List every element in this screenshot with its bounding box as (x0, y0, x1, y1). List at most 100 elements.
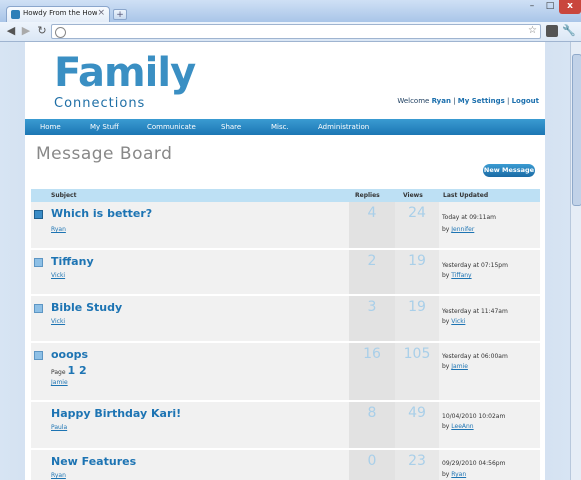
nav-share[interactable]: Share (221, 123, 241, 131)
my-settings-link[interactable]: My Settings (458, 97, 505, 105)
views-count: 49 (408, 405, 426, 421)
last-updated-by: by Ryan (442, 471, 466, 478)
views-count: 24 (408, 205, 426, 221)
replies-cell: 4 (349, 202, 395, 248)
by-label: by (442, 318, 450, 325)
bookmark-star-icon[interactable]: ☆ (528, 25, 537, 36)
minimize-button[interactable]: – (523, 0, 541, 14)
last-poster-link[interactable]: LeeAnn (451, 423, 473, 430)
page-title: Message Board (36, 144, 173, 164)
site-favicon-icon (11, 10, 20, 19)
last-updated-by: by Vicki (442, 318, 465, 325)
browser-toolbar: ◀ ▶ ↻ ☆ 🔧 (0, 22, 581, 42)
thread-author[interactable]: Ryan (51, 472, 66, 479)
by-label: by (442, 471, 450, 478)
scrollbar-thumb[interactable] (572, 54, 581, 206)
replies-count: 2 (367, 253, 377, 269)
last-poster-link[interactable]: Ryan (451, 471, 466, 478)
thread-status-icon (34, 351, 43, 360)
views-cell: 105 (395, 343, 439, 400)
replies-cell: 0 (349, 450, 395, 480)
last-updated: Yesterday at 06:00am (442, 353, 508, 360)
last-poster-link[interactable]: Jennifer (451, 226, 474, 233)
views-count: 19 (408, 253, 426, 269)
nav-misc[interactable]: Misc. (271, 123, 289, 131)
welcome-bar: Welcome Ryan | My Settings | Logout (397, 97, 539, 105)
pages-label: Page (51, 369, 66, 376)
address-bar[interactable]: ☆ (51, 24, 541, 39)
table-row: Happy Birthday Kari! Paula 8 49 10/04/20… (31, 402, 540, 450)
last-updated-by: by Tiffany (442, 272, 472, 279)
last-updated: Yesterday at 11:47am (442, 308, 508, 315)
page-menu-icon[interactable] (546, 25, 558, 37)
nav-home[interactable]: Home (40, 123, 61, 131)
thread-author[interactable]: Vicki (51, 272, 65, 279)
site-container: Family Connections Welcome Ryan | My Set… (25, 42, 545, 480)
logo-subtitle: Connections (54, 96, 146, 111)
by-label: by (442, 363, 450, 370)
page-viewport: Family Connections Welcome Ryan | My Set… (0, 42, 570, 480)
by-label: by (442, 226, 450, 233)
user-link[interactable]: Ryan (432, 97, 451, 105)
thread-author[interactable]: Ryan (51, 226, 66, 233)
reload-icon[interactable]: ↻ (35, 24, 49, 38)
views-count: 105 (403, 346, 431, 362)
forward-icon[interactable]: ▶ (19, 24, 33, 38)
logo-word: Family (54, 50, 196, 96)
thread-subject[interactable]: Happy Birthday Kari! (51, 407, 181, 420)
thread-author[interactable]: Vicki (51, 318, 65, 325)
thread-pages: Page 1 2 (51, 364, 87, 377)
nav-communicate[interactable]: Communicate (147, 123, 196, 131)
page-links[interactable]: 1 2 (68, 364, 87, 377)
thread-author[interactable]: Jamie (51, 379, 68, 386)
maximize-button[interactable]: □ (541, 0, 559, 14)
views-cell: 23 (395, 450, 439, 480)
separator: | (504, 97, 512, 105)
tab-title: Howdy From the Howdy's -... (23, 9, 97, 17)
table-row: Which is better? Ryan 4 24 Today at 09:1… (31, 202, 540, 250)
last-poster-link[interactable]: Tiffany (451, 272, 471, 279)
last-poster-link[interactable]: Jamie (451, 363, 468, 370)
new-tab-button[interactable]: + (113, 9, 127, 20)
close-window-button[interactable]: x (559, 0, 581, 14)
header-last-updated: Last Updated (443, 192, 489, 199)
thread-author[interactable]: Paula (51, 424, 67, 431)
logout-link[interactable]: Logout (512, 97, 539, 105)
last-poster-link[interactable]: Vicki (451, 318, 465, 325)
replies-count: 8 (367, 405, 377, 421)
thread-status-icon (34, 210, 43, 219)
vertical-scrollbar[interactable] (570, 42, 581, 480)
views-cell: 24 (395, 202, 439, 248)
last-updated-by: by Jennifer (442, 226, 474, 233)
thread-status-icon (34, 304, 43, 313)
browser-title-bar: Howdy From the Howdy's -... × + – □ x (0, 0, 581, 22)
by-label: by (442, 272, 450, 279)
table-row: Bible Study Vicki 3 19 Yesterday at 11:4… (31, 296, 540, 343)
replies-count: 0 (367, 453, 377, 469)
separator: | (450, 97, 458, 105)
views-count: 23 (408, 453, 426, 469)
back-icon[interactable]: ◀ (4, 24, 18, 38)
thread-subject[interactable]: New Features (51, 455, 136, 468)
new-message-button[interactable]: New Message (483, 164, 535, 177)
main-nav: Home My Stuff Communicate Share Misc. Ad… (25, 119, 545, 135)
views-cell: 19 (395, 250, 439, 294)
views-count: 19 (408, 299, 426, 315)
browser-tab[interactable]: Howdy From the Howdy's -... × (6, 6, 110, 22)
by-label: by (442, 423, 450, 430)
thread-subject[interactable]: Bible Study (51, 301, 122, 314)
site-logo[interactable]: Family Connections (54, 50, 196, 116)
nav-my-stuff[interactable]: My Stuff (90, 123, 119, 131)
thread-subject[interactable]: Which is better? (51, 207, 152, 220)
last-updated-by: by LeeAnn (442, 423, 474, 430)
views-cell: 19 (395, 296, 439, 341)
tab-close-icon[interactable]: × (97, 8, 105, 18)
table-header: Subject Replies Views Last Updated (31, 189, 540, 202)
replies-count: 3 (367, 299, 377, 315)
replies-cell: 2 (349, 250, 395, 294)
wrench-icon[interactable]: 🔧 (562, 24, 576, 37)
thread-subject[interactable]: Tiffany (51, 255, 94, 268)
last-updated: Yesterday at 07:15pm (442, 262, 508, 269)
thread-subject[interactable]: ooops (51, 348, 88, 361)
nav-administration[interactable]: Administration (318, 123, 369, 131)
